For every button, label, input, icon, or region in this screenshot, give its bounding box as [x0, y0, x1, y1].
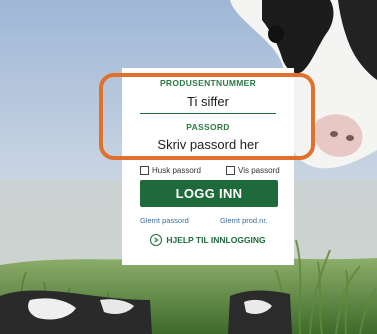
highlight-annotation [99, 73, 315, 160]
forgot-producer-number-link[interactable]: Glemt prod.nr. [220, 216, 268, 225]
remember-password-box[interactable] [140, 165, 149, 175]
show-password-checkbox[interactable]: Vis passord [226, 164, 280, 176]
chevron-right-path [154, 237, 159, 243]
login-button[interactable]: LOGG INN [140, 180, 278, 207]
remember-password-checkbox[interactable]: Husk passord [140, 164, 201, 176]
show-password-box[interactable] [226, 165, 235, 175]
help-login-link[interactable]: HJELP TIL INNLOGGING [122, 233, 294, 247]
remember-password-label: Husk passord [152, 165, 201, 175]
forgot-password-link[interactable]: Glemt passord [140, 216, 189, 225]
show-password-label: Vis passord [238, 165, 280, 175]
chevron-right-circle-icon [150, 234, 163, 246]
help-login-label: HJELP TIL INNLOGGING [166, 235, 266, 245]
